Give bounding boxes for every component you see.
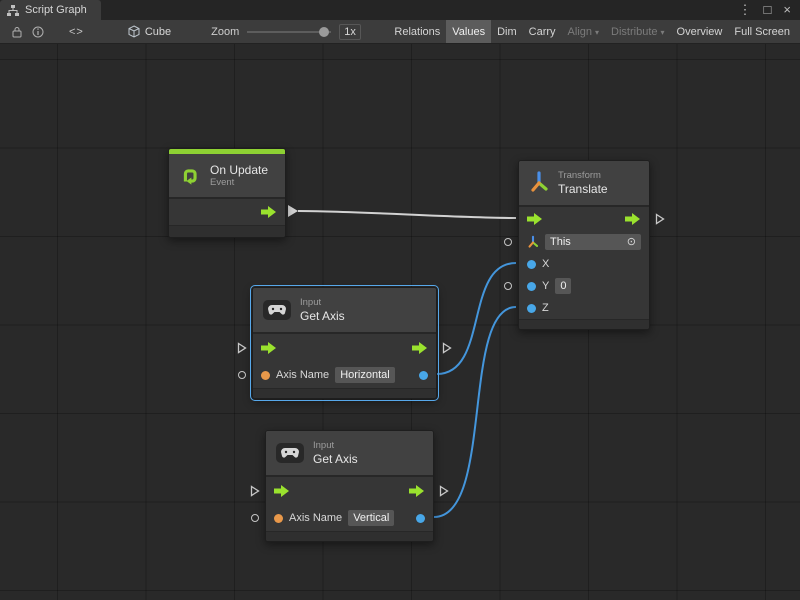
node-title: Get Axis <box>313 452 358 466</box>
node-footer <box>519 319 649 329</box>
tab-script-graph[interactable]: Script Graph <box>0 0 101 20</box>
window-titlebar: Script Graph ⋮ □ × <box>0 0 800 20</box>
flow-output-stub[interactable] <box>439 485 449 497</box>
node-get-axis-horizontal[interactable]: Input Get Axis <box>252 287 437 399</box>
graph-canvas[interactable]: On Update Event Transform Translate <box>0 44 800 600</box>
tab-title: Script Graph <box>25 4 87 16</box>
graph-icon <box>7 5 19 16</box>
node-get-axis-horizontal-header[interactable]: Input Get Axis <box>253 288 436 332</box>
wire-onupdate-to-translate <box>298 211 516 218</box>
gamepad-icon <box>281 448 299 458</box>
flow-output-port[interactable] <box>409 485 425 497</box>
axis-name-input-port[interactable] <box>274 514 283 523</box>
x-port-label: X <box>542 258 549 270</box>
axis-name-input-stub[interactable] <box>238 371 246 379</box>
target-value: This <box>550 235 571 249</box>
transform-icon <box>529 170 549 196</box>
axis-name-value-field[interactable]: Vertical <box>348 510 394 526</box>
gamepad-icon <box>268 305 286 315</box>
graph-toolbar: <> Cube Zoom 1x Relations Values Dim Car… <box>0 20 800 44</box>
axis-name-label: Axis Name <box>289 512 342 524</box>
flow-input-stub[interactable] <box>250 485 260 497</box>
node-get-axis-vertical-header[interactable]: Input Get Axis <box>266 431 433 475</box>
y-input-port[interactable] <box>527 282 536 291</box>
lock-icon[interactable] <box>7 20 27 43</box>
node-category: Input <box>313 440 358 452</box>
values-button[interactable]: Values <box>446 20 491 43</box>
zoom-value: 1x <box>339 24 361 40</box>
relations-button[interactable]: Relations <box>388 20 446 43</box>
z-input-port[interactable] <box>527 304 536 313</box>
flow-wire-arrowhead <box>288 205 298 217</box>
flow-input-port[interactable] <box>527 213 543 225</box>
flow-input-stub[interactable] <box>237 342 247 354</box>
toolbar-buttons: Relations Values Dim Carry Align ▾ Distr… <box>388 20 796 43</box>
node-title: On Update <box>210 163 268 177</box>
chevron-down-icon: ▾ <box>661 28 665 37</box>
cube-icon <box>128 25 140 38</box>
y-value-field[interactable]: 0 <box>555 278 571 294</box>
node-get-axis-vertical[interactable]: Input Get Axis <box>265 430 434 542</box>
fullscreen-button[interactable]: Full Screen <box>728 20 796 43</box>
align-button[interactable]: Align ▾ <box>562 20 605 43</box>
wire-horizontal-to-x <box>437 263 516 374</box>
flow-output-port[interactable] <box>261 206 277 218</box>
node-footer <box>169 225 285 237</box>
axis-value-output-port[interactable] <box>419 371 428 380</box>
flow-input-port[interactable] <box>274 485 290 497</box>
window-controls: ⋮ □ × <box>739 0 800 20</box>
node-subtitle: Event <box>210 177 268 189</box>
z-port-label: Z <box>542 302 549 314</box>
node-title: Get Axis <box>300 309 345 323</box>
node-category: Input <box>300 297 345 309</box>
x-input-port[interactable] <box>527 260 536 269</box>
transform-mini-icon <box>527 235 539 250</box>
flow-input-port[interactable] <box>261 342 277 354</box>
axis-value-output-port[interactable] <box>416 514 425 523</box>
flow-output-stub[interactable] <box>655 213 665 225</box>
chevron-down-icon: ▾ <box>595 28 599 37</box>
distribute-button[interactable]: Distribute ▾ <box>605 20 670 43</box>
graph-owner-label: Cube <box>145 26 171 38</box>
object-picker-icon[interactable]: ⊙ <box>627 235 636 249</box>
node-on-update-header[interactable]: On Update Event <box>169 154 285 197</box>
window-close-icon[interactable]: × <box>783 0 791 20</box>
flow-output-stub[interactable] <box>442 342 452 354</box>
node-on-update[interactable]: On Update Event <box>168 148 286 238</box>
overview-button[interactable]: Overview <box>671 20 729 43</box>
axis-name-input-port[interactable] <box>261 371 270 380</box>
window-menu-icon[interactable]: ⋮ <box>739 0 752 20</box>
axis-name-value-field[interactable]: Horizontal <box>335 367 395 383</box>
node-category: Transform <box>558 170 608 182</box>
axis-name-label: Axis Name <box>276 369 329 381</box>
zoom-slider-knob[interactable] <box>319 27 329 37</box>
zoom-slider[interactable] <box>247 25 331 39</box>
info-icon[interactable] <box>27 20 49 43</box>
carry-button[interactable]: Carry <box>523 20 562 43</box>
flow-output-port[interactable] <box>625 213 641 225</box>
flow-output-port[interactable] <box>412 342 428 354</box>
axis-name-input-stub[interactable] <box>251 514 259 522</box>
graph-owner-selector[interactable]: Cube <box>128 25 171 38</box>
y-input-stub[interactable] <box>504 282 512 290</box>
node-footer <box>253 388 436 398</box>
dim-button[interactable]: Dim <box>491 20 523 43</box>
target-object-field[interactable]: This ⊙ <box>545 234 641 250</box>
zoom-label: Zoom <box>211 26 239 38</box>
window-maximize-icon[interactable]: □ <box>764 0 772 20</box>
node-translate[interactable]: Transform Translate <box>518 160 650 330</box>
edit-code-button[interactable]: <> <box>63 26 90 38</box>
node-translate-header[interactable]: Transform Translate <box>519 161 649 205</box>
node-footer <box>266 531 433 541</box>
y-port-label: Y <box>542 280 549 292</box>
target-input-port[interactable] <box>504 238 512 246</box>
update-loop-icon <box>179 165 201 187</box>
node-title: Translate <box>558 182 608 196</box>
